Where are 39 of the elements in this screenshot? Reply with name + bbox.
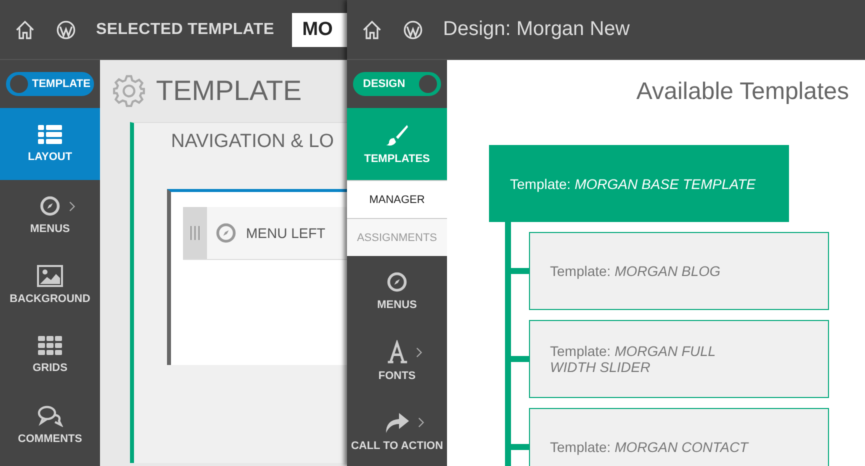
compass-icon [39, 195, 61, 217]
grid-icon [38, 336, 62, 356]
section-title: NAVIGATION & LO [170, 131, 335, 154]
compass-icon [215, 222, 237, 244]
speech-bubbles-icon [37, 405, 63, 427]
page-title: Design: Morgan New [443, 18, 630, 41]
image-icon [37, 265, 63, 287]
template-name-field: MO [292, 12, 347, 46]
panel-heading: TEMPLATE [156, 75, 302, 107]
submenu-item[interactable]: MANAGER [347, 180, 447, 218]
home-icon[interactable] [14, 18, 36, 40]
chevron-right-icon [418, 416, 425, 428]
chevron-right-icon [416, 346, 423, 358]
settings-icon [112, 74, 146, 108]
letter-a-icon [386, 340, 408, 364]
wordpress-logo-icon[interactable] [56, 20, 76, 40]
sidebar-item[interactable]: CALL TO ACTION [347, 396, 447, 466]
home-icon[interactable] [361, 18, 383, 40]
arrow-icon [384, 410, 410, 434]
sidebar-item[interactable]: FONTS [347, 326, 447, 396]
menu-item[interactable]: MENU LEFT [183, 207, 347, 260]
sidebar-item[interactable]: MENUS [0, 180, 100, 250]
sidebar-item[interactable]: BACKGROUND [0, 250, 100, 320]
sidebar-item[interactable]: COMMENTS [0, 390, 100, 460]
sidebar-item[interactable]: MENUS [347, 256, 447, 326]
mode-toggle[interactable]: TEMPLATE [6, 72, 94, 96]
page-title: SELECTED TEMPLATE [96, 20, 274, 38]
compass-icon [386, 271, 408, 293]
template-node[interactable]: Template: MORGAN BLOG [529, 232, 829, 310]
paintbrush-icon [385, 123, 409, 147]
template-node[interactable]: Template: MORGAN FULL WIDTH SLIDER [529, 320, 829, 398]
panel-heading: Available Templates [635, 77, 850, 107]
sidebar-item[interactable]: GRIDS [0, 320, 100, 390]
wordpress-logo-icon[interactable] [403, 20, 423, 40]
chevron-right-icon [69, 200, 76, 212]
drag-handle-icon[interactable] [183, 207, 207, 259]
sidebar-item[interactable]: LAYOUT [0, 108, 100, 180]
template-node[interactable]: Template: MORGAN CONTACT [529, 408, 829, 466]
list-icon [38, 125, 62, 145]
